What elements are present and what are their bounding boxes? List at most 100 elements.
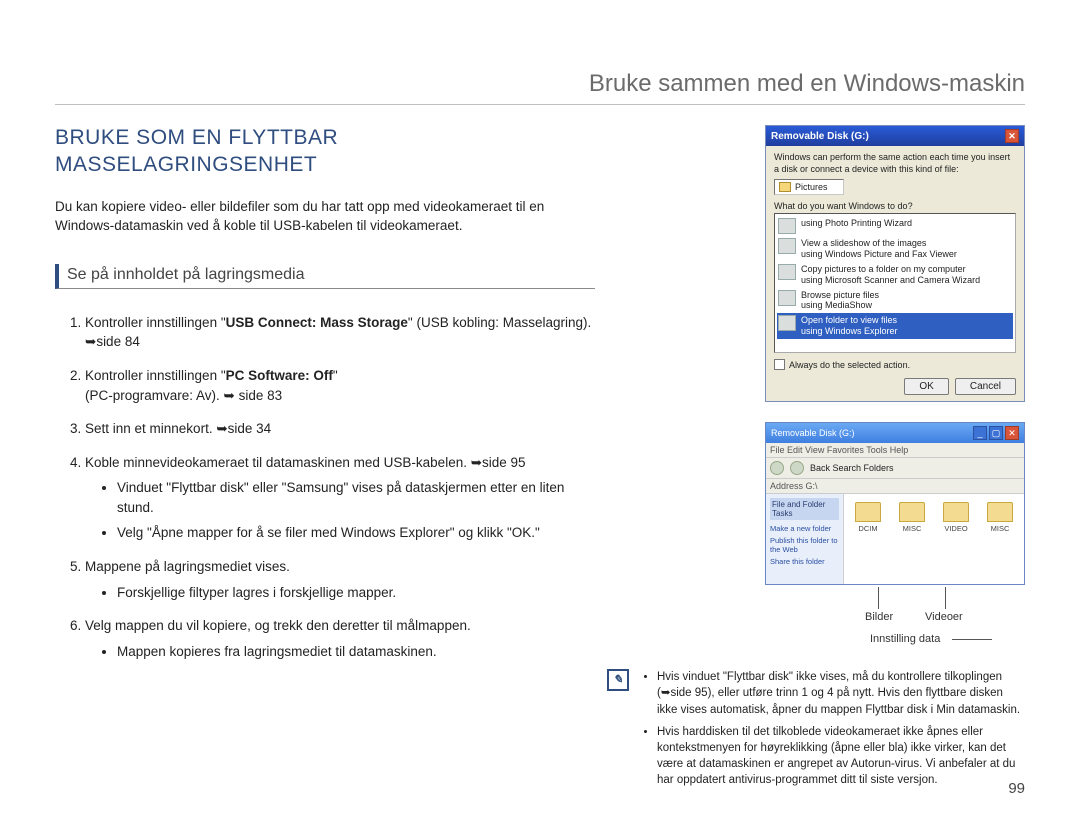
note-icon: ✎	[607, 669, 629, 691]
toolbar-labels: Back Search Folders	[810, 463, 894, 473]
step-1-ref: side 84	[96, 334, 140, 349]
step-6-text: Velg mappen du vil kopiere, og trekk den…	[85, 618, 471, 633]
callout-innstilling: Innstilling data	[870, 633, 940, 645]
explorer-title: Removable Disk (G:)	[771, 428, 855, 438]
step-1-text-b: " (USB kobling: Masselagring).	[408, 315, 591, 330]
content-type-row: Pictures	[774, 179, 844, 195]
wizard-icon	[778, 218, 796, 234]
left-column: BRUKE SOM EN FLYTTBAR MASSELAGRINGSENHET…	[55, 125, 595, 794]
option-slideshow[interactable]: View a slideshow of the imagesusing Wind…	[777, 236, 1013, 262]
minimize-icon[interactable]: _	[973, 426, 987, 440]
option-sublabel: using Windows Picture and Fax Viewer	[801, 249, 957, 259]
step-4-bullet-1: Vinduet "Flyttbar disk" eller "Samsung" …	[117, 478, 595, 517]
folder-icon	[899, 502, 925, 522]
always-label: Always do the selected action.	[789, 360, 910, 370]
folder-misc[interactable]: MISC	[892, 502, 932, 580]
arrow-icon: ➥	[216, 421, 227, 436]
toolbar[interactable]: Back Search Folders	[766, 458, 1024, 479]
step-4-text: Koble minnevideokameraet til datamaskine…	[85, 455, 471, 470]
step-3: Sett inn et minnekort. ➥side 34	[85, 419, 595, 439]
step-4: Koble minnevideokameraet til datamaskine…	[85, 453, 595, 543]
note-block: ✎ Hvis vinduet "Flyttbar disk" ikke vise…	[607, 669, 1025, 794]
option-label: Browse picture files	[801, 290, 879, 300]
step-1-text-a: Kontroller innstillingen "	[85, 315, 226, 330]
task-link[interactable]: Share this folder	[770, 557, 839, 566]
note-1-ref: side 95	[670, 687, 707, 699]
step-2-line2: (PC-programvare: Av).	[85, 388, 224, 403]
folder-video[interactable]: VIDEO	[936, 502, 976, 580]
pictures-label: Pictures	[795, 182, 828, 192]
folder-view[interactable]: DCIM MISC VIDEO MISC	[844, 494, 1024, 584]
subheading: Se på innholdet på lagringsmedia	[55, 264, 595, 289]
task-pane-header: File and Folder Tasks	[770, 498, 839, 520]
folder-dcim[interactable]: DCIM	[848, 502, 888, 580]
step-4-ref: side 95	[482, 455, 526, 470]
task-link[interactable]: Make a new folder	[770, 524, 839, 533]
callout-bilder: Bilder	[865, 611, 893, 623]
folder-label: VIDEO	[944, 524, 967, 533]
note-1: Hvis vinduet "Flyttbar disk" ikke vises,…	[657, 669, 1025, 717]
autoplay-dialog: Removable Disk (G:) ✕ Windows can perfor…	[765, 125, 1025, 402]
close-icon[interactable]: ✕	[1005, 129, 1019, 143]
step-2: Kontroller innstillingen "PC Software: O…	[85, 366, 595, 405]
option-label: Open folder to view files	[801, 315, 897, 325]
dialog-title: Removable Disk (G:)	[771, 131, 869, 142]
step-list: Kontroller innstillingen "USB Connect: M…	[55, 313, 595, 661]
step-6-bullet-1: Mappen kopieres fra lagringsmediet til d…	[117, 642, 595, 662]
ok-button[interactable]: OK	[904, 378, 948, 395]
step-1: Kontroller innstillingen "USB Connect: M…	[85, 313, 595, 352]
step-2-bold: PC Software: Off	[226, 368, 333, 383]
step-5-bullet-1: Forskjellige filtyper lagres i forskjell…	[117, 583, 595, 603]
dialog-prompt: What do you want Windows to do?	[774, 201, 1016, 211]
option-sublabel: using MediaShow	[801, 300, 872, 310]
folder-icon	[778, 315, 796, 331]
task-link[interactable]: Publish this folder to the Web	[770, 536, 839, 554]
folder-misc-2[interactable]: MISC	[980, 502, 1020, 580]
option-sublabel: using Windows Explorer	[801, 326, 898, 336]
forward-icon[interactable]	[790, 461, 804, 475]
always-checkbox[interactable]	[774, 359, 785, 370]
step-5: Mappene på lagringsmediet vises. Forskje…	[85, 557, 595, 602]
mediashow-icon	[778, 290, 796, 306]
pictures-icon	[779, 182, 791, 192]
step-3-text: Sett inn et minnekort.	[85, 421, 216, 436]
menu-bar[interactable]: File Edit View Favorites Tools Help	[766, 443, 1024, 458]
folder-label: MISC	[991, 524, 1010, 533]
option-open-folder[interactable]: Open folder to view filesusing Windows E…	[777, 313, 1013, 339]
step-1-bold: USB Connect: Mass Storage	[226, 315, 408, 330]
explorer-callouts: Bilder Videoer Innstilling data	[765, 591, 1025, 651]
running-title: Bruke sammen med en Windows-maskin	[55, 70, 1025, 105]
arrow-icon: ➥	[471, 455, 482, 470]
step-2-ref: side 83	[239, 388, 283, 403]
option-label: using Photo Printing Wizard	[801, 218, 912, 229]
note-1-b: ), eller utføre trinn 1 og 4 på nytt. Hv…	[657, 687, 1020, 715]
slideshow-icon	[778, 238, 796, 254]
camera-icon	[778, 264, 796, 280]
callout-videoer: Videoer	[925, 611, 963, 623]
intro-paragraph: Du kan kopiere video- eller bildefiler s…	[55, 197, 595, 236]
folder-icon	[855, 502, 881, 522]
right-column: Removable Disk (G:) ✕ Windows can perfor…	[625, 125, 1025, 794]
folder-label: MISC	[903, 524, 922, 533]
page-number: 99	[1008, 780, 1025, 797]
step-2-text-a: Kontroller innstillingen "	[85, 368, 226, 383]
option-browse-mediashow[interactable]: Browse picture filesusing MediaShow	[777, 288, 1013, 314]
option-label: View a slideshow of the images	[801, 238, 926, 248]
dialog-description: Windows can perform the same action each…	[774, 152, 1016, 175]
address-bar[interactable]: Address G:\	[766, 479, 1024, 494]
arrow-icon: ➥	[224, 388, 235, 403]
option-label: Copy pictures to a folder on my computer	[801, 264, 966, 274]
maximize-icon[interactable]: ▢	[989, 426, 1003, 440]
option-photo-wizard[interactable]: using Photo Printing Wizard	[777, 216, 1013, 236]
option-copy-pictures[interactable]: Copy pictures to a folder on my computer…	[777, 262, 1013, 288]
step-4-bullet-2: Velg "Åpne mapper for å se filer med Win…	[117, 523, 595, 543]
step-2-text-b: "	[333, 368, 338, 383]
close-icon[interactable]: ✕	[1005, 426, 1019, 440]
folder-label: DCIM	[858, 524, 877, 533]
folder-icon	[943, 502, 969, 522]
back-icon[interactable]	[770, 461, 784, 475]
cancel-button[interactable]: Cancel	[955, 378, 1016, 395]
action-listbox[interactable]: using Photo Printing Wizard View a slide…	[774, 213, 1016, 353]
note-2: Hvis harddisken til det tilkoblede video…	[657, 724, 1025, 788]
step-3-ref: side 34	[228, 421, 272, 436]
